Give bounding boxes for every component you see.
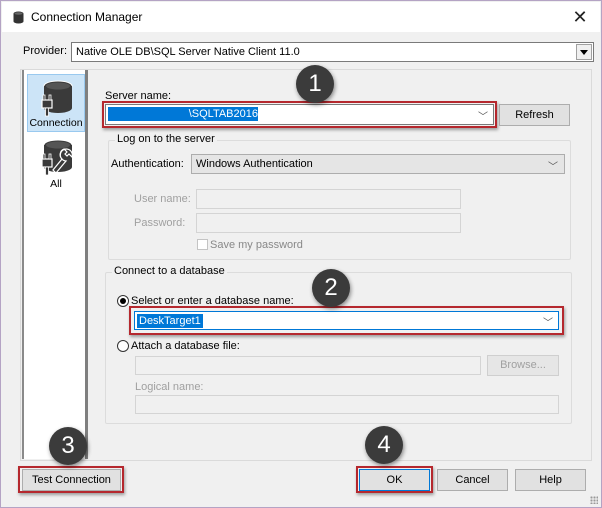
nav-panel: Connection All [22, 70, 88, 459]
window-title: Connection Manager [31, 10, 143, 24]
title-bar: Connection Manager ✕ [2, 2, 600, 32]
server-name-label: Server name: [105, 90, 172, 102]
close-button[interactable]: ✕ [566, 5, 594, 29]
logon-group-title: Log on to the server [115, 133, 217, 145]
database-plug-icon [41, 80, 73, 117]
nav-item-connection[interactable]: Connection [27, 74, 85, 132]
attach-file-input[interactable] [135, 356, 481, 375]
chevron-down-icon[interactable]: ﹀ [543, 314, 553, 329]
provider-select[interactable]: Native OLE DB\SQL Server Native Client 1… [71, 42, 594, 62]
username-label: User name: [134, 193, 191, 205]
select-database-radio[interactable] [117, 295, 129, 307]
nav-item-label: All [50, 178, 62, 190]
authentication-value: Windows Authentication [196, 158, 313, 170]
database-group-title: Connect to a database [112, 265, 227, 277]
provider-dropdown-button[interactable] [576, 44, 592, 60]
server-name-value: \SQLTAB2016 [108, 107, 258, 121]
connection-manager-dialog: Connection Manager ✕ Provider: Native OL… [0, 0, 602, 508]
browse-button[interactable]: Browse... [487, 355, 559, 376]
cancel-button[interactable]: Cancel [437, 469, 508, 491]
logical-name-input[interactable] [135, 395, 559, 414]
server-name-combobox[interactable]: \SQLTAB2016 ﹀ [105, 104, 494, 125]
logical-name-label: Logical name: [135, 381, 204, 393]
select-database-label: Select or enter a database name: [131, 295, 294, 307]
save-password-label: Save my password [210, 239, 303, 251]
username-input[interactable] [196, 189, 461, 209]
help-button[interactable]: Help [515, 469, 586, 491]
provider-value: Native OLE DB\SQL Server Native Client 1… [76, 46, 300, 58]
attach-database-label: Attach a database file: [131, 340, 240, 352]
test-connection-button[interactable]: Test Connection [22, 469, 121, 491]
ok-button[interactable]: OK [359, 469, 430, 491]
authentication-select[interactable]: Windows Authentication ﹀ [191, 154, 565, 174]
triangle-down-icon [580, 49, 588, 55]
close-icon: ✕ [572, 7, 588, 27]
provider-label: Provider: [23, 45, 68, 57]
save-password-checkbox[interactable] [197, 239, 208, 250]
resize-grip[interactable] [590, 496, 598, 504]
password-label: Password: [134, 217, 186, 229]
database-name-value: DeskTarget1 [137, 314, 203, 328]
chevron-down-icon[interactable]: ﹀ [478, 108, 488, 123]
database-icon [13, 11, 24, 24]
nav-item-label: Connection [29, 117, 83, 129]
refresh-button[interactable]: Refresh [499, 104, 570, 126]
nav-item-all[interactable]: All [27, 134, 85, 192]
chevron-down-icon: ﹀ [548, 162, 558, 173]
database-name-combobox[interactable]: DeskTarget1 ﹀ [134, 311, 559, 330]
authentication-label: Authentication: [111, 158, 184, 170]
password-input[interactable] [196, 213, 461, 233]
database-plug-wrench-icon [41, 139, 73, 176]
attach-database-radio[interactable] [117, 340, 129, 352]
